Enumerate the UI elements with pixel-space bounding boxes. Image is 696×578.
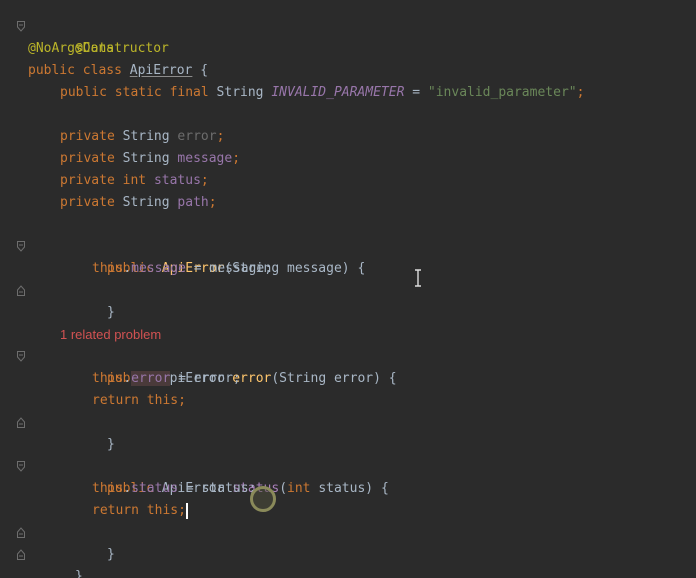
fold-end-icon[interactable]: [17, 285, 25, 296]
related-problem-hint[interactable]: 1 related problem: [60, 327, 161, 342]
fold-end-icon[interactable]: [17, 527, 25, 538]
code-line-5[interactable]: [0, 104, 696, 126]
keyword: this: [92, 481, 124, 496]
code-line-12[interactable]: this.message = message;: [0, 258, 696, 280]
class-close-brace: }: [74, 569, 83, 578]
fold-marker-icon[interactable]: [17, 241, 25, 252]
code-line-8[interactable]: private int status;: [0, 170, 696, 192]
keyword: this: [92, 261, 124, 276]
keyword: class: [82, 63, 122, 78]
ibeam-cursor-icon: [415, 269, 421, 287]
code-line-7[interactable]: private String message;: [0, 148, 696, 170]
keyword: public: [28, 63, 75, 78]
code-line-16[interactable]: this.error = error;: [0, 368, 696, 390]
type: String: [216, 85, 264, 100]
code-line-19[interactable]: [0, 434, 696, 456]
keyword: private: [60, 173, 115, 188]
code-editor[interactable]: @Data @NoArgsConstructor public class Ap…: [0, 0, 696, 578]
code-line-18[interactable]: }: [0, 412, 696, 452]
semicolon: ;: [178, 393, 186, 408]
semicolon: ;: [208, 195, 217, 210]
type: int: [122, 173, 147, 188]
code-line-3[interactable]: public class ApiError {: [0, 60, 696, 82]
field-name: error: [177, 129, 217, 144]
code-line-14[interactable]: [0, 302, 696, 324]
semicolon: ;: [232, 151, 241, 166]
code-line-1[interactable]: @Data: [0, 16, 696, 56]
code-line-17[interactable]: return this;: [0, 390, 696, 412]
fold-end-icon[interactable]: [17, 417, 25, 428]
type: String: [122, 195, 170, 210]
keyword: this: [146, 503, 179, 518]
code-line-13[interactable]: }: [0, 280, 696, 320]
text-caret: [185, 502, 188, 519]
string-literal: "invalid_parameter": [427, 85, 577, 100]
code-line-24[interactable]: }: [0, 544, 696, 578]
code-line-9[interactable]: private String path;: [0, 192, 696, 214]
fold-end-icon[interactable]: [17, 549, 25, 560]
field-name: status: [131, 481, 179, 496]
fold-marker-icon[interactable]: [17, 21, 25, 32]
code-line-20[interactable]: public ApiError status(int status) {: [0, 456, 696, 496]
code-line-6[interactable]: private String error;: [0, 126, 696, 148]
keyword: this: [92, 371, 124, 386]
code-area[interactable]: @Data @NoArgsConstructor public class Ap…: [0, 16, 696, 578]
constant-name: INVALID_PARAMETER: [271, 85, 405, 100]
assignment: = status;: [178, 481, 257, 496]
type: String: [122, 151, 170, 166]
keyword: private: [60, 151, 115, 166]
semicolon: ;: [576, 85, 585, 100]
click-ring-icon: [250, 486, 276, 512]
code-line-23[interactable]: }: [0, 522, 696, 562]
keyword: private: [60, 195, 115, 210]
operator: =: [404, 85, 428, 100]
code-line-2[interactable]: @NoArgsConstructor: [0, 38, 696, 60]
field-name: error: [131, 371, 171, 386]
keyword: return: [92, 393, 139, 408]
field-name: message: [131, 261, 186, 276]
field-name: status: [153, 173, 201, 188]
code-line-10[interactable]: [0, 214, 696, 236]
keyword: public static final: [60, 85, 209, 100]
code-line-11[interactable]: public ApiError(String message) {: [0, 236, 696, 276]
noargs-annotation: @NoArgsConstructor: [28, 41, 169, 56]
fold-marker-icon[interactable]: [17, 461, 25, 472]
brace: {: [192, 63, 209, 78]
keyword: this: [146, 393, 179, 408]
code-line-21[interactable]: this.status = status;: [0, 478, 696, 500]
code-line-15[interactable]: public ApiError error(String error) {: [0, 346, 696, 386]
field-name: message: [177, 151, 233, 166]
semicolon: ;: [200, 173, 209, 188]
code-line-22[interactable]: return this;: [0, 500, 696, 522]
assignment: = message;: [185, 261, 273, 276]
field-name: path: [177, 195, 209, 210]
code-line-4[interactable]: public static final String INVALID_PARAM…: [0, 82, 696, 104]
inlay-hint-line[interactable]: 1 related problem: [0, 324, 696, 346]
type: String: [122, 129, 170, 144]
keyword: return: [92, 503, 139, 518]
semicolon: ;: [216, 129, 225, 144]
keyword: private: [60, 129, 115, 144]
fold-marker-icon[interactable]: [17, 351, 25, 362]
semicolon: ;: [178, 503, 186, 518]
assignment: = error;: [170, 371, 241, 386]
class-name: ApiError: [129, 63, 193, 78]
